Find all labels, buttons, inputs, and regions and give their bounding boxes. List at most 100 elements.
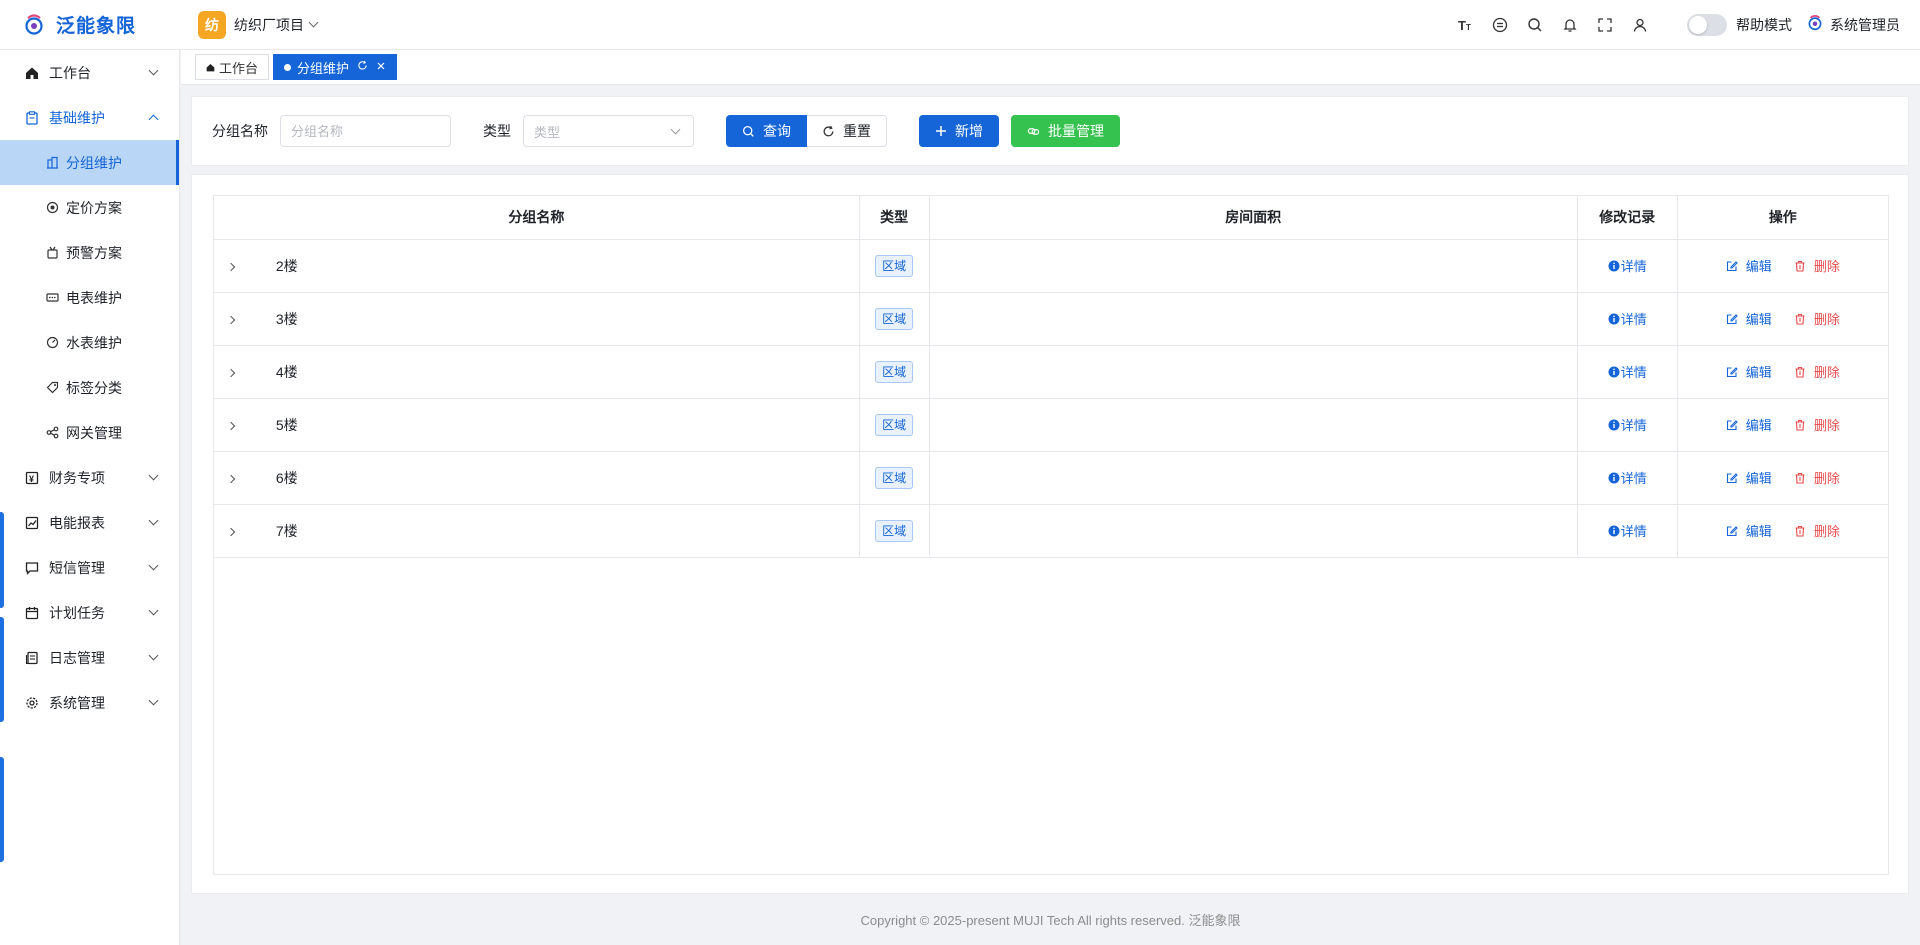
group-name-input[interactable] [280,115,451,147]
tab-workbench[interactable]: 工作台 [195,54,270,80]
search-icon[interactable] [1517,0,1552,50]
app-name: 泛能象限 [56,16,137,37]
sidebar-item-label: 标签分类 [66,379,122,396]
scroll-accent [0,617,4,722]
delete-button[interactable]: 删除 [1794,256,1840,275]
detail-link[interactable]: 详情 [1608,468,1647,487]
sidebar-item-label: 基础维护 [49,109,105,126]
edit-label: 编辑 [1745,312,1772,327]
type-tag: 区域 [875,360,914,383]
sidebar-item-energy-report[interactable]: 电能报表 [0,500,179,545]
footer-copyright: Copyright © 2025-present MUJI Tech All r… [860,913,1241,928]
sidebar-item-electric-meter[interactable]: 电表维护 [0,275,179,320]
theme-icon[interactable] [1482,0,1517,50]
edit-button[interactable]: 编辑 [1726,256,1772,275]
chevron-right-icon[interactable] [226,368,236,378]
group-name-cell: 4楼 [214,345,860,399]
operation-cell: 编辑 删除 [1677,239,1888,293]
sidebar-item-label: 电表维护 [66,289,122,306]
chart-icon [24,515,40,531]
group-name: 3楼 [275,310,298,327]
user-icon[interactable] [1622,0,1657,50]
query-button[interactable]: 查询 [726,115,807,147]
history-cell: 详情 [1577,398,1678,452]
chevron-right-icon[interactable] [226,315,236,325]
type-cell: 区域 [859,345,930,399]
delete-button[interactable]: 删除 [1794,521,1840,540]
scroll-accent [0,512,4,608]
close-icon[interactable] [376,60,386,74]
table-row: 7楼 区域 详情 编辑 删除 [214,504,1888,558]
price-icon [44,200,60,216]
chevron-right-icon[interactable] [226,262,236,272]
delete-button[interactable]: 删除 [1794,309,1840,328]
search-panel: 分组名称 类型 类型 查询 重置 新增 批量管理 [191,96,1909,166]
delete-button[interactable]: 删除 [1794,468,1840,487]
sidebar-item-finance[interactable]: ¥ 财务专项 [0,455,179,500]
detail-link[interactable]: 详情 [1608,362,1647,381]
sidebar-item-sms[interactable]: 短信管理 [0,545,179,590]
edit-button[interactable]: 编辑 [1726,468,1772,487]
tab-bar: 工作台 分组维护 [181,50,1920,85]
refresh-icon[interactable] [357,60,368,74]
top-header: 泛能象限 纺 纺织厂项目 TT 帮助模式 系统管理员 [0,0,1920,50]
sidebar-item-label: 水表维护 [66,334,122,351]
sidebar-item-log[interactable]: 日志管理 [0,635,179,680]
text-size-icon[interactable]: TT [1447,0,1482,50]
sidebar-item-scheduled-task[interactable]: 计划任务 [0,590,179,635]
delete-button[interactable]: 删除 [1794,415,1840,434]
area-cell [929,398,1578,452]
sidebar-item-basic-maintenance[interactable]: 基础维护 [0,95,179,140]
sidebar-item-pricing-plan[interactable]: 定价方案 [0,185,179,230]
bell-icon[interactable] [1552,0,1587,50]
delete-label: 删除 [1813,524,1840,539]
sidebar-item-alarm-plan[interactable]: 预警方案 [0,230,179,275]
chevron-down-icon [148,515,159,526]
sidebar-item-label: 短信管理 [49,559,105,576]
group-name: 7楼 [275,522,298,539]
detail-link[interactable]: 详情 [1608,256,1647,275]
user-menu[interactable]: 系统管理员 [1806,14,1900,35]
sidebar-item-tag-category[interactable]: 标签分类 [0,365,179,410]
history-cell: 详情 [1577,239,1678,293]
edit-button[interactable]: 编辑 [1726,309,1772,328]
group-name-label: 分组名称 [212,123,268,139]
share-icon [44,425,60,441]
operation-cell: 编辑 删除 [1677,504,1888,558]
batch-manage-button[interactable]: 批量管理 [1011,115,1120,147]
edit-button[interactable]: 编辑 [1726,521,1772,540]
user-avatar-icon [1806,14,1824,35]
trash-icon [1794,313,1806,325]
help-mode-toggle[interactable] [1687,13,1727,36]
home-icon [24,65,40,81]
tab-group-maintenance[interactable]: 分组维护 [273,54,398,80]
edit-button[interactable]: 编辑 [1726,415,1772,434]
column-header: 修改记录 [1577,196,1678,240]
edit-button[interactable]: 编辑 [1726,362,1772,381]
logo[interactable]: 泛能象限 [0,0,180,50]
fullscreen-icon[interactable] [1587,0,1622,50]
reset-button[interactable]: 重置 [807,115,887,147]
detail-link[interactable]: 详情 [1608,309,1647,328]
chevron-right-icon[interactable] [226,527,236,537]
history-cell: 详情 [1577,504,1678,558]
sidebar-item-group-maintenance[interactable]: 分组维护 [0,140,179,185]
chevron-right-icon[interactable] [226,474,236,484]
sidebar-item-water-meter[interactable]: 水表维护 [0,320,179,365]
add-button[interactable]: 新增 [919,115,999,147]
chevron-right-icon[interactable] [226,421,236,431]
type-select[interactable]: 类型 [523,115,694,147]
sidebar-item-workbench[interactable]: 工作台 [0,50,179,95]
delete-button[interactable]: 删除 [1794,362,1840,381]
sidebar-item-system[interactable]: 系统管理 [0,680,179,725]
detail-link[interactable]: 详情 [1608,521,1647,540]
type-cell: 区域 [859,451,930,505]
project-selector[interactable]: 纺 纺织厂项目 [198,10,319,39]
sidebar-item-label: 电能报表 [49,514,105,531]
sidebar-item-gateway[interactable]: 网关管理 [0,410,179,455]
delete-label: 删除 [1813,259,1840,274]
info-icon [1608,366,1620,378]
detail-link[interactable]: 详情 [1608,415,1647,434]
type-tag: 区域 [875,519,914,542]
type-cell: 区域 [859,239,930,293]
